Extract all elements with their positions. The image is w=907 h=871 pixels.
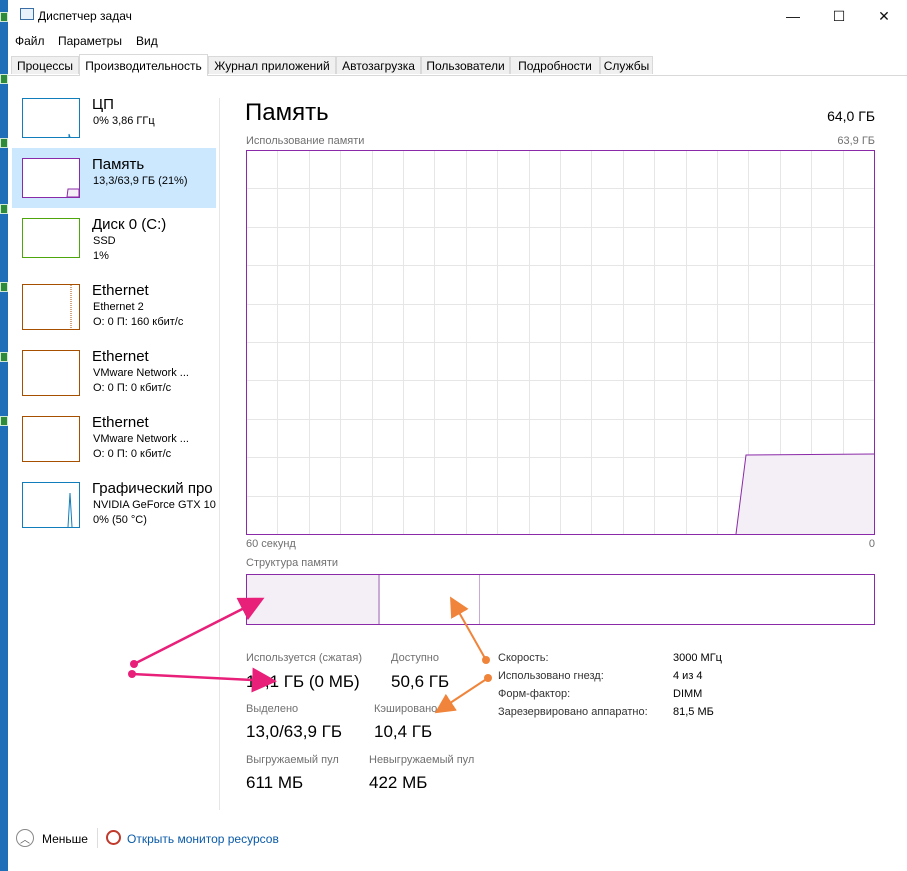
desktop-excel-icon bbox=[0, 12, 8, 22]
orange-annotation-arrows bbox=[434, 596, 492, 714]
footer-divider bbox=[97, 828, 98, 848]
desktop-excel-icon bbox=[0, 138, 8, 148]
pink-annotation-arrows bbox=[128, 597, 277, 693]
open-resource-monitor-link[interactable]: Открыть монитор ресурсов bbox=[127, 832, 279, 846]
chevron-up-icon[interactable]: ︿ bbox=[16, 829, 34, 847]
desktop-excel-icon bbox=[0, 282, 8, 292]
desktop-strip bbox=[0, 0, 8, 871]
annotation-overlay bbox=[128, 596, 492, 714]
desktop-excel-icon bbox=[0, 204, 8, 214]
desktop-excel-icon bbox=[0, 352, 8, 362]
resource-monitor-icon bbox=[106, 830, 121, 845]
fewer-details-button[interactable]: Меньше bbox=[42, 832, 88, 846]
desktop-excel-icon bbox=[0, 416, 8, 426]
task-manager-window: Диспетчер задач — ☐ ✕ Файл Параметры Вид… bbox=[8, 0, 907, 871]
desktop-excel-icon bbox=[0, 74, 8, 84]
